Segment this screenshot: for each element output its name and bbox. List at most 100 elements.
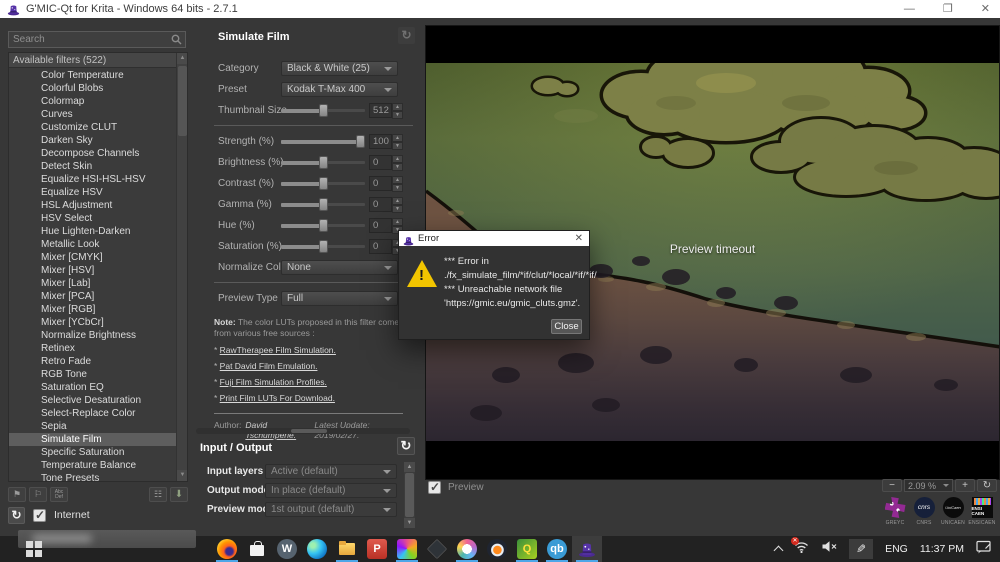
brightness-value-input[interactable]: 0 [369, 155, 392, 170]
io-scrollbar[interactable]: ▲ ▼ [404, 462, 415, 528]
contrast-slider[interactable] [281, 176, 365, 191]
normalize-colors-select[interactable]: None [281, 260, 398, 275]
error-dialog-titlebar[interactable]: Error ✕ [399, 231, 589, 246]
download-filters-button[interactable]: ⬇ [170, 487, 188, 502]
taskbar-icon-edge[interactable] [302, 536, 332, 562]
add-fave-button[interactable]: ⚑ [8, 487, 26, 502]
preview-checkbox[interactable] [428, 481, 441, 494]
start-button[interactable] [26, 541, 42, 557]
dialog-close-icon[interactable]: ✕ [575, 233, 583, 244]
filter-item-specific-saturation[interactable]: Specific Saturation [9, 446, 177, 459]
taskbar-icon-qbittorrent[interactable]: qb [542, 536, 572, 562]
preview-type-select[interactable]: Full [281, 291, 398, 306]
zoom-level-select[interactable]: 2.09 % [904, 479, 953, 492]
tray-expand-icon[interactable] [774, 546, 784, 556]
input-layers-select[interactable]: Active (default) [265, 464, 397, 479]
filter-item-mixer-cmyk[interactable]: Mixer [CMYK] [9, 251, 177, 264]
gamma-value-input[interactable]: 0 [369, 197, 392, 212]
filter-item-hsv-select[interactable]: HSV Select [9, 212, 177, 225]
hue-slider[interactable] [281, 218, 365, 233]
slider-handle[interactable] [319, 198, 328, 211]
taskbar-icon-paint-app[interactable] [452, 536, 482, 562]
saturation-slider[interactable] [281, 239, 365, 254]
filter-item-detect-skin[interactable]: Detect Skin [9, 160, 177, 173]
filter-item-mixer-pca[interactable]: Mixer [PCA] [9, 290, 177, 303]
filter-tree-header[interactable]: Available filters (522) [9, 53, 187, 68]
taskbar-icon-microsoft-store[interactable] [242, 536, 272, 562]
filter-list-scrollbar[interactable]: ▲ ▼ [176, 53, 187, 481]
horizontal-scrollbar[interactable] [196, 428, 410, 434]
spin-up-icon[interactable]: ▲ [392, 103, 403, 111]
filter-item-mixer-rgb[interactable]: Mixer [RGB] [9, 303, 177, 316]
filter-visibility-button[interactable]: ☷ [149, 487, 167, 502]
filter-item-decompose-channels[interactable]: Decompose Channels [9, 147, 177, 160]
filter-item-normalize-brightness[interactable]: Normalize Brightness [9, 329, 177, 342]
filter-item-tone-presets[interactable]: Tone Presets [9, 472, 177, 482]
language-indicator[interactable]: ENG [885, 543, 908, 555]
hue-value-input[interactable]: 0 [369, 218, 392, 233]
taskbar-icon-firefox[interactable] [212, 536, 242, 562]
filter-item-mixer-hsv[interactable]: Mixer [HSV] [9, 264, 177, 277]
filter-item-retinex[interactable]: Retinex [9, 342, 177, 355]
scroll-up-icon[interactable]: ▲ [404, 462, 415, 472]
filter-item-metallic-look[interactable]: Metallic Look [9, 238, 177, 251]
contrast-value-input[interactable]: 0 [369, 176, 392, 191]
rename-fave-button[interactable]: Abc Def [50, 487, 68, 502]
error-close-button[interactable]: Close [551, 319, 582, 334]
preview-mode-select[interactable]: 1st output (default) [265, 502, 397, 517]
taskbar-icon-p-app[interactable]: P [362, 536, 392, 562]
saturation-value-input[interactable]: 0 [369, 239, 392, 254]
filter-item-saturation-eq[interactable]: Saturation EQ [9, 381, 177, 394]
filter-item-hue-lighten-darken[interactable]: Hue Lighten-Darken [9, 225, 177, 238]
filter-item-select-replace-color[interactable]: Select-Replace Color [9, 407, 177, 420]
taskbar-icon-krita[interactable] [392, 536, 422, 562]
zoom-reset-button[interactable]: ↻ [977, 479, 997, 492]
volume-muted-icon[interactable] [821, 540, 837, 558]
scrollbar-thumb[interactable] [405, 473, 414, 517]
scroll-down-icon[interactable]: ▼ [404, 518, 415, 528]
scrollbar-thumb[interactable] [178, 66, 187, 136]
filter-item-temperature-balance[interactable]: Temperature Balance [9, 459, 177, 472]
taskbar-icon-blender[interactable] [482, 536, 512, 562]
filter-item-simulate-film[interactable]: Simulate Film [9, 433, 177, 446]
slider-handle[interactable] [319, 156, 328, 169]
spin-down-icon[interactable]: ▼ [392, 142, 403, 150]
filter-item-color-temperature[interactable]: Color Temperature [9, 69, 177, 82]
scroll-down-icon[interactable]: ▼ [177, 470, 188, 481]
spin-down-icon[interactable]: ▼ [392, 205, 403, 213]
strength-slider[interactable] [281, 134, 365, 149]
link-rawtherapee-film-simulation[interactable]: RawTherapee Film Simulation. [220, 345, 336, 355]
thumbnail-size-value-input[interactable]: 512 [369, 103, 392, 118]
filter-item-retro-fade[interactable]: Retro Fade [9, 355, 177, 368]
reset-parameters-button[interactable]: ↻ [398, 27, 415, 44]
filter-item-mixer-lab[interactable]: Mixer [Lab] [9, 277, 177, 290]
gamma-slider[interactable] [281, 197, 365, 212]
maximize-button[interactable]: ❐ [943, 0, 953, 18]
spin-up-icon[interactable]: ▲ [392, 197, 403, 205]
slider-handle[interactable] [319, 104, 328, 117]
brightness-slider[interactable] [281, 155, 365, 170]
preset-select[interactable]: Kodak T-Max 400 [281, 82, 398, 97]
spin-buttons[interactable]: ▲▼ [392, 103, 403, 118]
link-print-film-luts-for-download[interactable]: Print Film LUTs For Download. [220, 393, 335, 403]
reset-io-button[interactable]: ↻ [397, 437, 415, 455]
spin-buttons[interactable]: ▲▼ [392, 197, 403, 212]
slider-handle[interactable] [356, 135, 365, 148]
spin-down-icon[interactable]: ▼ [392, 184, 403, 192]
slider-handle[interactable] [319, 177, 328, 190]
thumbnail-size-slider[interactable] [281, 103, 365, 118]
link-pat-david-film-emulation[interactable]: Pat David Film Emulation. [220, 361, 318, 371]
scroll-up-icon[interactable]: ▲ [177, 53, 188, 64]
zoom-out-button[interactable]: − [882, 479, 902, 492]
search-input[interactable]: Search [8, 31, 186, 48]
filter-item-selective-desaturation[interactable]: Selective Desaturation [9, 394, 177, 407]
slider-handle[interactable] [319, 219, 328, 232]
remove-fave-button[interactable]: ⚐ [29, 487, 47, 502]
wifi-icon[interactable]: ✕ [794, 540, 809, 558]
zoom-in-button[interactable]: + [955, 479, 975, 492]
filter-item-rgb-tone[interactable]: RGB Tone [9, 368, 177, 381]
update-filters-button[interactable]: ↻ [8, 507, 25, 524]
spin-up-icon[interactable]: ▲ [392, 176, 403, 184]
filter-item-sepia[interactable]: Sepia [9, 420, 177, 433]
strength-value-input[interactable]: 100 [369, 134, 392, 149]
